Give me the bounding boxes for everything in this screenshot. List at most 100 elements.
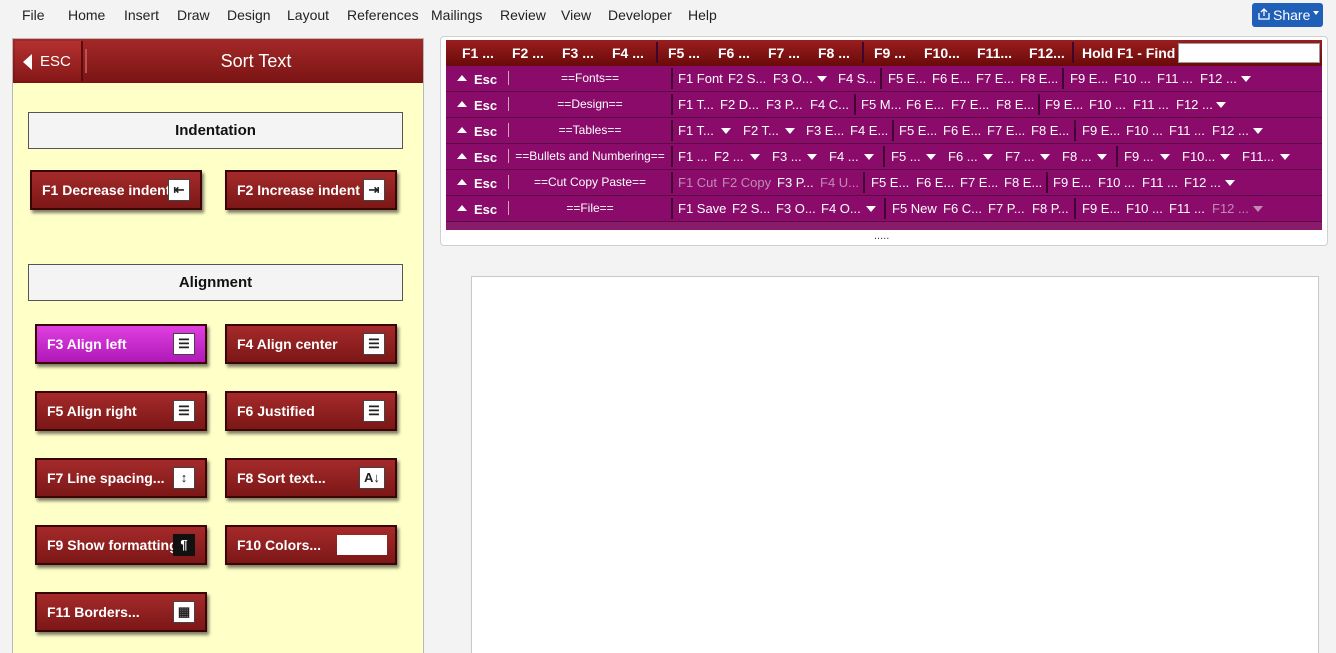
file-f7[interactable]: F7 P... xyxy=(988,201,1025,216)
menu-home[interactable]: Home xyxy=(68,7,105,23)
fonts-f12[interactable]: F12 ... xyxy=(1200,71,1237,86)
tables-f3[interactable]: F3 E... xyxy=(806,123,844,138)
menu-view[interactable]: View xyxy=(561,7,591,23)
bullets-f8[interactable]: F8 ... xyxy=(1062,149,1092,164)
bullets-f4[interactable]: F4 ... xyxy=(829,149,859,164)
document-page[interactable] xyxy=(471,276,1319,653)
fkey-f3[interactable]: F3 ... xyxy=(562,45,594,61)
dropdown-arrow-icon[interactable] xyxy=(1097,154,1107,160)
menu-design[interactable]: Design xyxy=(227,7,271,23)
menu-help[interactable]: Help xyxy=(688,7,717,23)
bullets-f1[interactable]: F1 ... xyxy=(678,149,708,164)
fkey-f10[interactable]: F10... xyxy=(924,45,960,61)
file-f3[interactable]: F3 O... xyxy=(776,201,816,216)
fonts-f10[interactable]: F10 ... xyxy=(1114,71,1151,86)
design-f12[interactable]: F12 ... xyxy=(1176,97,1213,112)
file-f11[interactable]: F11 ... xyxy=(1169,201,1205,216)
dropdown-arrow-icon[interactable] xyxy=(983,154,993,160)
row-esc-button[interactable]: Esc xyxy=(446,118,508,143)
file-f5-new[interactable]: F5 New xyxy=(892,201,937,216)
tables-f10[interactable]: F10 ... xyxy=(1126,123,1163,138)
fkey-f4[interactable]: F4 ... xyxy=(612,45,644,61)
ccp-f12[interactable]: F12 ... xyxy=(1184,175,1221,190)
design-f1[interactable]: F1 T... xyxy=(678,97,714,112)
bullets-f6[interactable]: F6 ... xyxy=(948,149,978,164)
ccp-f4[interactable]: F4 U... xyxy=(820,175,859,190)
fonts-f4[interactable]: F4 S... xyxy=(838,71,876,86)
file-f10[interactable]: F10 ... xyxy=(1126,201,1163,216)
dropdown-arrow-icon[interactable] xyxy=(1040,154,1050,160)
tables-f1[interactable]: F1 T... xyxy=(678,123,714,138)
dropdown-arrow-icon[interactable] xyxy=(1216,102,1226,108)
file-f8[interactable]: F8 P... xyxy=(1032,201,1069,216)
esc-button[interactable]: ESC xyxy=(15,41,83,81)
dropdown-arrow-icon[interactable] xyxy=(866,206,876,212)
dropdown-arrow-icon[interactable] xyxy=(1160,154,1170,160)
file-f4[interactable]: F4 O... xyxy=(821,201,861,216)
fkey-f12[interactable]: F12... xyxy=(1029,45,1065,61)
bullets-f10[interactable]: F10... xyxy=(1182,149,1215,164)
find-input[interactable] xyxy=(1178,43,1320,63)
fonts-f1[interactable]: F1 Font xyxy=(678,71,723,86)
dropdown-arrow-icon[interactable] xyxy=(817,76,827,82)
decrease-indent-button[interactable]: F1 Decrease indent ⇤ xyxy=(30,170,202,210)
resize-handle[interactable]: ..... xyxy=(874,230,889,242)
colors-button[interactable]: F10 Colors... xyxy=(225,525,397,565)
design-f11[interactable]: F11 ... xyxy=(1133,97,1169,112)
fonts-f9[interactable]: F9 E... xyxy=(1070,71,1108,86)
align-left-button[interactable]: F3 Align left ☰ xyxy=(35,324,207,364)
ccp-f3[interactable]: F3 P... xyxy=(777,175,814,190)
tables-f2[interactable]: F2 T... xyxy=(743,123,779,138)
ccp-f11[interactable]: F11 ... xyxy=(1142,175,1178,190)
bullets-f2[interactable]: F2 ... xyxy=(714,149,744,164)
ccp-f7[interactable]: F7 E... xyxy=(960,175,998,190)
row-esc-button[interactable]: Esc xyxy=(446,66,508,91)
design-f5[interactable]: F5 M... xyxy=(861,97,901,112)
file-f9[interactable]: F9 E... xyxy=(1082,201,1120,216)
chevron-down-icon[interactable] xyxy=(1313,11,1319,15)
menu-developer[interactable]: Developer xyxy=(608,7,672,23)
file-f6[interactable]: F6 C... xyxy=(943,201,982,216)
menu-draw[interactable]: Draw xyxy=(177,7,210,23)
ccp-f5[interactable]: F5 E... xyxy=(871,175,909,190)
fonts-f3[interactable]: F3 O... xyxy=(773,71,813,86)
borders-button[interactable]: F11 Borders... ▦ xyxy=(35,592,207,632)
tables-f9[interactable]: F9 E... xyxy=(1082,123,1120,138)
design-f9[interactable]: F9 E... xyxy=(1045,97,1083,112)
dropdown-arrow-icon[interactable] xyxy=(1280,154,1290,160)
dropdown-arrow-icon[interactable] xyxy=(864,154,874,160)
tables-f5[interactable]: F5 E... xyxy=(899,123,937,138)
dropdown-arrow-icon[interactable] xyxy=(1220,154,1230,160)
justified-button[interactable]: F6 Justified ☰ xyxy=(225,391,397,431)
file-f1-save[interactable]: F1 Save xyxy=(678,201,726,216)
menu-mailings[interactable]: Mailings xyxy=(431,7,482,23)
align-center-button[interactable]: F4 Align center ☰ xyxy=(225,324,397,364)
ccp-f8[interactable]: F8 E... xyxy=(1004,175,1042,190)
tables-f4[interactable]: F4 E... xyxy=(850,123,888,138)
ccp-f1-cut[interactable]: F1 Cut xyxy=(678,175,717,190)
design-f2[interactable]: F2 D... xyxy=(720,97,759,112)
bullets-f7[interactable]: F7 ... xyxy=(1005,149,1035,164)
line-spacing-button[interactable]: F7 Line spacing... ↕ xyxy=(35,458,207,498)
fonts-f5[interactable]: F5 E... xyxy=(888,71,926,86)
dropdown-arrow-icon[interactable] xyxy=(750,154,760,160)
design-f10[interactable]: F10 ... xyxy=(1089,97,1126,112)
dropdown-arrow-icon[interactable] xyxy=(807,154,817,160)
design-f4[interactable]: F4 C... xyxy=(810,97,849,112)
bullets-f11[interactable]: F11... xyxy=(1242,149,1274,164)
file-f2[interactable]: F2 S... xyxy=(732,201,770,216)
fonts-f7[interactable]: F7 E... xyxy=(976,71,1014,86)
ccp-f9[interactable]: F9 E... xyxy=(1053,175,1091,190)
row-esc-button[interactable]: Esc xyxy=(446,170,508,195)
dropdown-arrow-icon[interactable] xyxy=(785,128,795,134)
align-right-button[interactable]: F5 Align right ☰ xyxy=(35,391,207,431)
fkey-f5[interactable]: F5 ... xyxy=(668,45,700,61)
fkey-f9[interactable]: F9 ... xyxy=(874,45,906,61)
design-f3[interactable]: F3 P... xyxy=(766,97,803,112)
bullets-f9[interactable]: F9 ... xyxy=(1124,149,1154,164)
row-esc-button[interactable]: Esc xyxy=(446,92,508,117)
tables-f11[interactable]: F11 ... xyxy=(1169,123,1205,138)
fonts-f2[interactable]: F2 S... xyxy=(728,71,766,86)
tables-f8[interactable]: F8 E... xyxy=(1031,123,1069,138)
menu-references[interactable]: References xyxy=(347,7,419,23)
